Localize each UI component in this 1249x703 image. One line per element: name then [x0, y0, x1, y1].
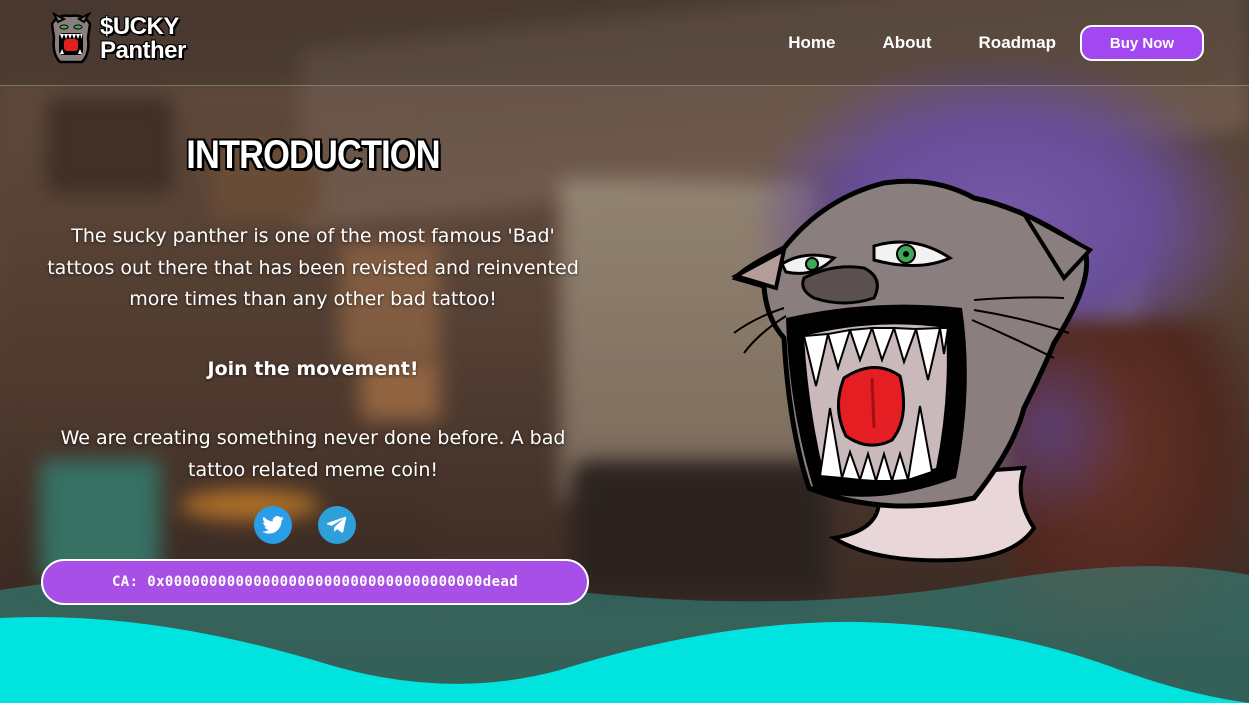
telegram-link[interactable] [318, 506, 356, 544]
site-logo[interactable]: $UCKY Panther [46, 10, 186, 68]
panther-logo-icon [50, 11, 92, 64]
nav-home[interactable]: Home [788, 33, 835, 53]
main-nav: Home About Roadmap Buy Now [788, 25, 1204, 61]
telegram-icon [327, 516, 347, 533]
nav-about[interactable]: About [882, 33, 931, 53]
brand-name: $UCKY Panther [100, 15, 186, 63]
contract-address[interactable]: CA: 0x0000000000000000000000000000000000… [41, 559, 589, 605]
brand-line2: Panther [100, 37, 186, 64]
join-movement-text: Join the movement! [207, 358, 419, 380]
intro-paragraph-coin: We are creating something never done bef… [60, 427, 566, 481]
buy-now-button[interactable]: Buy Now [1080, 25, 1204, 61]
intro-paragraph: The sucky panther is one of the most fam… [47, 225, 579, 310]
brand-line1: $UCKY [100, 13, 179, 40]
twitter-link[interactable] [254, 506, 292, 544]
panther-illustration [730, 178, 1094, 563]
site-header: $UCKY Panther Home About Roadmap Buy Now [0, 0, 1249, 86]
intro-title: INTRODUCTION [186, 133, 440, 177]
twitter-icon [262, 516, 284, 534]
nav-roadmap[interactable]: Roadmap [979, 33, 1056, 53]
social-links [254, 506, 382, 544]
